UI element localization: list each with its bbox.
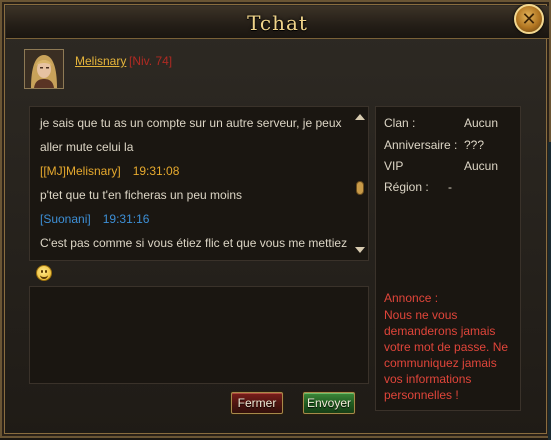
chat-line: p'tet que tu t'en ficheras un peu moins: [40, 188, 243, 202]
info-value: ???: [464, 138, 485, 152]
info-birthday: Anniversaire : ???: [384, 138, 484, 152]
info-label: Clan :: [384, 116, 416, 130]
info-value: Aucun: [464, 116, 499, 130]
window-title: Tchat: [247, 11, 308, 35]
close-button[interactable]: Fermer: [231, 392, 283, 414]
message-input[interactable]: [29, 286, 369, 384]
sender-name[interactable]: [Suonani]: [40, 212, 91, 226]
sender-name[interactable]: [[MJ]Melisnary]: [40, 164, 121, 178]
chat-history[interactable]: je sais que tu as un compte sur un autre…: [29, 106, 369, 261]
announcement-text: Nous ne vous demanderons jamais votre mo…: [384, 308, 509, 402]
chat-line: je sais que tu as un compte sur un autre…: [40, 116, 342, 130]
info-label: Région :: [384, 180, 429, 194]
chat-line: C'est pas comme si vous étiez flic et qu…: [40, 236, 348, 250]
send-button[interactable]: Envoyer: [303, 392, 355, 414]
arrow-up-icon[interactable]: [355, 114, 365, 120]
chat-message-header: [[MJ]Melisnary] 19:31:08: [40, 164, 179, 178]
chat-window: Tchat ✕ Melisnary [Niv. 74] je sais que …: [0, 0, 551, 440]
info-value: Aucun: [464, 159, 499, 173]
info-label: VIP: [384, 159, 404, 173]
close-icon: ✕: [521, 9, 537, 29]
close-window-button[interactable]: ✕: [514, 4, 544, 34]
info-clan: Clan : Aucun: [384, 116, 498, 130]
announcement-title: Annonce :: [384, 291, 439, 305]
chat-line: aller mute celui la: [40, 140, 134, 154]
chat-messages: je sais que tu as un compte sur un autre…: [30, 107, 350, 260]
message-time: 19:31:16: [102, 212, 150, 226]
info-vip: VIP Aucun: [384, 159, 498, 173]
info-region: Région : -: [384, 180, 452, 194]
avatar[interactable]: [24, 49, 64, 89]
message-time: 19:31:08: [132, 164, 180, 178]
scroll-thumb[interactable]: [356, 181, 364, 195]
arrow-down-icon[interactable]: [355, 247, 365, 253]
info-label: Anniversaire :: [384, 138, 458, 152]
info-value: -: [448, 180, 452, 194]
player-info-panel: Clan : Aucun Anniversaire : ??? VIP Aucu…: [375, 106, 521, 411]
chat-message-header: [Suonani] 19:31:16: [40, 212, 149, 226]
profile-name[interactable]: Melisnary: [75, 54, 126, 68]
chat-scrollbar[interactable]: [354, 109, 366, 258]
smiley-icon[interactable]: [36, 265, 52, 281]
title-bar[interactable]: Tchat: [6, 6, 549, 39]
profile-level: [Niv. 74]: [129, 54, 173, 68]
